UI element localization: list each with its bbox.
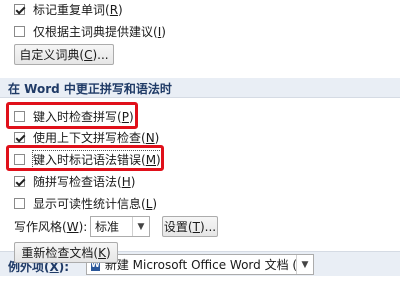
recheck-document-button[interactable]: 重新检查文档(K)	[14, 242, 118, 263]
show-readability-option[interactable]: 显示可读性统计信息(L)	[14, 194, 157, 212]
chevron-down-icon[interactable]: ▼	[296, 255, 313, 274]
writing-style-settings-button[interactable]: 设置(T)...	[162, 216, 218, 237]
highlight-box-grammar	[6, 145, 164, 171]
flag-repeated-words-checkbox[interactable]	[14, 3, 25, 15]
flag-repeated-words-option[interactable]: 标记重复单词(R)	[14, 0, 123, 18]
grammar-with-spelling-option[interactable]: 随拼写检查语法(H)	[14, 172, 135, 190]
highlight-box-spelling	[6, 102, 138, 129]
grammar-with-spelling-label: 随拼写检查语法(H)	[33, 174, 136, 189]
main-dict-only-checkbox[interactable]	[14, 25, 25, 37]
contextual-spelling-option[interactable]: 使用上下文拼写检查(N)	[14, 128, 159, 146]
contextual-spelling-checkbox[interactable]	[14, 131, 25, 143]
writing-style-label: 写作风格(W):	[14, 220, 88, 234]
writing-style-value: 标准	[95, 220, 120, 234]
grammar-with-spelling-checkbox[interactable]	[14, 175, 25, 187]
show-readability-label: 显示可读性统计信息(L)	[33, 196, 158, 211]
main-dict-only-option[interactable]: 仅根据主词典提供建议(I)	[14, 22, 166, 40]
show-readability-checkbox[interactable]	[14, 197, 25, 209]
main-dict-only-label: 仅根据主词典提供建议(I)	[33, 24, 166, 39]
custom-dictionaries-button[interactable]: 自定义词典(C)...	[14, 44, 114, 65]
writing-style-select[interactable]: 标准 ▼	[90, 216, 150, 237]
section-header: 在 Word 中更正拼写和语法时	[0, 78, 400, 98]
contextual-spelling-label: 使用上下文拼写检查(N)	[33, 130, 160, 145]
flag-repeated-words-label: 标记重复单词(R)	[33, 2, 123, 17]
exceptions-document-value: W 新建 Microsoft Office Word 文档 (3)	[91, 258, 296, 272]
exceptions-document-select[interactable]: W 新建 Microsoft Office Word 文档 (3) ▼	[86, 254, 314, 275]
chevron-down-icon[interactable]: ▼	[132, 217, 149, 236]
section-header-title: 在 Word 中更正拼写和语法时	[8, 82, 172, 96]
